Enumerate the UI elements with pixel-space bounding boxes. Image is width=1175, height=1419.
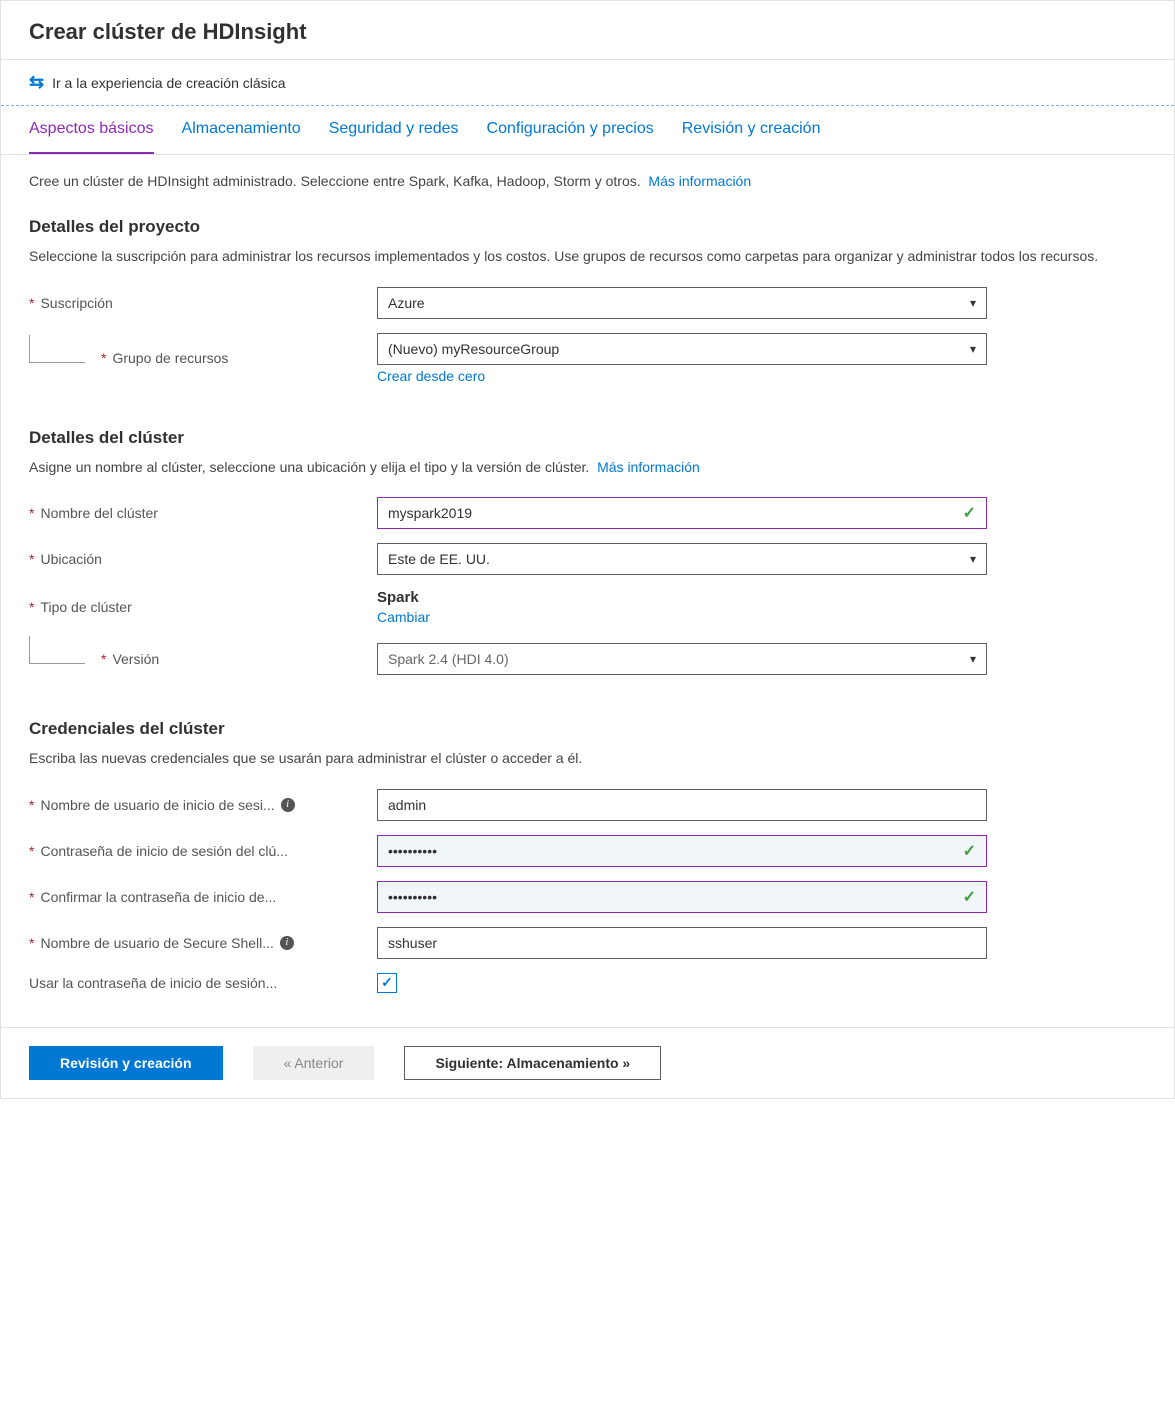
location-row: * Ubicación Este de EE. UU. ▾ bbox=[29, 543, 1146, 575]
intro-text: Cree un clúster de HDInsight administrad… bbox=[29, 173, 1146, 189]
location-select[interactable]: Este de EE. UU. ▾ bbox=[377, 543, 987, 575]
create-new-rg-link[interactable]: Crear desde cero bbox=[377, 368, 485, 384]
ssh-user-row: * Nombre de usuario de Secure Shell... i… bbox=[29, 927, 1146, 959]
previous-button: « Anterior bbox=[253, 1046, 375, 1080]
classic-link-text: Ir a la experiencia de creación clásica bbox=[52, 75, 285, 91]
check-icon: ✓ bbox=[963, 841, 976, 861]
page-title: Crear clúster de HDInsight bbox=[1, 1, 1174, 59]
confirm-pwd-label: Confirmar la contraseña de inicio de... bbox=[40, 889, 276, 905]
version-label: Versión bbox=[112, 651, 159, 667]
footer-bar: Revisión y creación « Anterior Siguiente… bbox=[1, 1027, 1174, 1098]
more-info-link[interactable]: Más información bbox=[648, 173, 751, 189]
login-pwd-input[interactable]: •••••••••• ✓ bbox=[377, 835, 987, 867]
check-icon: ✓ bbox=[963, 503, 976, 523]
project-desc: Seleccione la suscripción para administr… bbox=[29, 247, 1129, 267]
cluster-more-info-link[interactable]: Más información bbox=[597, 459, 700, 475]
version-row: * Versión Spark 2.4 (HDI 4.0) ▾ bbox=[29, 643, 1146, 675]
info-icon[interactable]: i bbox=[280, 936, 294, 950]
chevron-down-icon: ▾ bbox=[970, 296, 976, 310]
use-login-pwd-label: Usar la contraseña de inicio de sesión..… bbox=[29, 975, 277, 991]
tab-storage[interactable]: Almacenamiento bbox=[182, 106, 301, 154]
chevron-down-icon: ▾ bbox=[970, 342, 976, 356]
info-icon[interactable]: i bbox=[281, 798, 295, 812]
tab-basics[interactable]: Aspectos básicos bbox=[29, 106, 154, 154]
indent-connector bbox=[29, 335, 85, 363]
confirm-pwd-row: * Confirmar la contraseña de inicio de..… bbox=[29, 881, 1146, 913]
wizard-tabs: Aspectos básicos Almacenamiento Segurida… bbox=[1, 106, 1174, 155]
change-cluster-type-link[interactable]: Cambiar bbox=[377, 609, 430, 625]
login-user-row: * Nombre de usuario de inicio de sesi...… bbox=[29, 789, 1146, 821]
cluster-type-value: Spark bbox=[377, 589, 987, 606]
cluster-desc: Asigne un nombre al clúster, seleccione … bbox=[29, 458, 1129, 478]
login-user-input[interactable]: admin bbox=[377, 789, 987, 821]
confirm-pwd-input[interactable]: •••••••••• ✓ bbox=[377, 881, 987, 913]
swap-icon: ⇆ bbox=[29, 72, 44, 93]
resource-group-row: * Grupo de recursos (Nuevo) myResourceGr… bbox=[29, 333, 1146, 384]
project-heading: Detalles del proyecto bbox=[29, 217, 1146, 237]
cluster-type-row: * Tipo de clúster Spark Cambiar bbox=[29, 589, 1146, 625]
subscription-label: Suscripción bbox=[40, 295, 112, 311]
login-user-label: Nombre de usuario de inicio de sesi... bbox=[40, 797, 274, 813]
next-button[interactable]: Siguiente: Almacenamiento » bbox=[404, 1046, 661, 1080]
cluster-name-label: Nombre del clúster bbox=[40, 505, 158, 521]
login-pwd-row: * Contraseña de inicio de sesión del clú… bbox=[29, 835, 1146, 867]
cluster-heading: Detalles del clúster bbox=[29, 428, 1146, 448]
subscription-select[interactable]: Azure ▾ bbox=[377, 287, 987, 319]
tab-review[interactable]: Revisión y creación bbox=[682, 106, 821, 154]
check-icon: ✓ bbox=[963, 887, 976, 907]
location-label: Ubicación bbox=[40, 551, 101, 567]
chevron-down-icon: ▾ bbox=[970, 552, 976, 566]
use-login-pwd-checkbox[interactable]: ✓ bbox=[377, 973, 397, 993]
indent-connector bbox=[29, 636, 85, 664]
creds-desc: Escriba las nuevas credenciales que se u… bbox=[29, 749, 1129, 769]
creds-heading: Credenciales del clúster bbox=[29, 719, 1146, 739]
subscription-row: * Suscripción Azure ▾ bbox=[29, 287, 1146, 319]
resource-group-select[interactable]: (Nuevo) myResourceGroup ▾ bbox=[377, 333, 987, 365]
cluster-type-label: Tipo de clúster bbox=[40, 599, 131, 615]
use-login-pwd-row: Usar la contraseña de inicio de sesión..… bbox=[29, 973, 1146, 993]
chevron-down-icon: ▾ bbox=[970, 652, 976, 666]
version-select[interactable]: Spark 2.4 (HDI 4.0) ▾ bbox=[377, 643, 987, 675]
review-create-button[interactable]: Revisión y creación bbox=[29, 1046, 223, 1080]
cluster-name-row: * Nombre del clúster myspark2019 ✓ bbox=[29, 497, 1146, 529]
login-pwd-label: Contraseña de inicio de sesión del clú..… bbox=[40, 843, 287, 859]
tab-pricing[interactable]: Configuración y precios bbox=[487, 106, 654, 154]
ssh-user-input[interactable]: sshuser bbox=[377, 927, 987, 959]
cluster-name-input[interactable]: myspark2019 ✓ bbox=[377, 497, 987, 529]
ssh-user-label: Nombre de usuario de Secure Shell... bbox=[40, 935, 273, 951]
classic-experience-link[interactable]: ⇆ Ir a la experiencia de creación clásic… bbox=[1, 59, 1174, 106]
required-marker: * bbox=[29, 295, 34, 311]
rg-label: Grupo de recursos bbox=[112, 350, 228, 366]
tab-security[interactable]: Seguridad y redes bbox=[329, 106, 459, 154]
